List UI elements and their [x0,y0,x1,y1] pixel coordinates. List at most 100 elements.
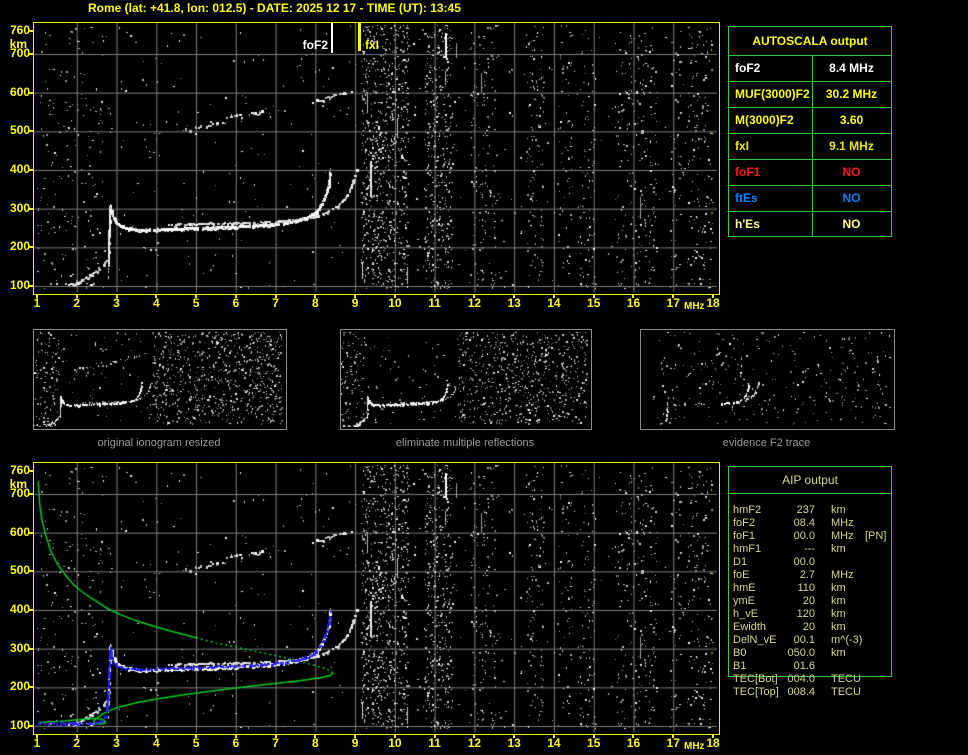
x-tick-label-bottom-4: 4 [152,736,160,750]
x-tick-mark-top-2 [75,294,78,298]
aip-row-foF1: foF1 00.0 MHz [PN] [729,530,893,543]
x-tick-label-top-7: 7 [272,296,279,310]
x-tick-label-top-2: 2 [73,296,81,310]
aip-param-unit: km [831,595,846,607]
aip-row-D1: D1 00.0 [729,556,893,569]
aip-param-label: foF2 [733,517,756,529]
x-tick-label-top-14: 14 [547,296,561,310]
aip-param-value: 20 [802,595,815,607]
aip-table-title: AIP output [729,467,891,494]
aip-row-foE: foE 2.7 MHz [729,569,893,582]
x-tick-mark-bottom-15 [592,734,595,738]
x-tick-mark-top-8 [314,294,317,298]
y-tick-mark-top-100 [29,285,33,287]
autoscala-row-MUF(3000)F2: MUF(3000)F2 30.2 MHz [729,82,891,108]
aip-row-hmE: hmE 110 km [729,582,893,595]
x-tick-label-bottom-16: 16 [626,736,641,750]
autoscala-param-label: foF1 [735,165,761,179]
aip-param-value: --- [804,543,815,555]
y-tick-mark-top-200 [29,246,33,249]
thumbnail-eliminate-reflections [340,329,592,430]
y-tick-mark-top-600 [29,91,33,94]
y-tick-mark-top-760 [29,29,33,32]
aip-row-TEC[Top]: TEC[Top] 008.4 TECU [729,686,893,699]
x-tick-mark-top-12 [473,294,476,298]
autoscala-param-value: NO [842,217,861,231]
y-tick-mark-bottom-700 [29,492,33,495]
autoscala-param-value: 9.1 MHz [829,139,874,153]
x-tick-mark-top-18 [712,294,714,298]
aip-param-unit: m^(-3) [831,634,863,646]
x-tick-mark-bottom-9 [354,734,357,738]
aip-param-value: 00.0 [793,556,815,568]
autoscala-param-label: foF2 [735,61,761,75]
y-tick-mark-bottom-100 [29,725,33,727]
aip-row-ymE: ymE 20 km [729,595,893,608]
x-tick-label-bottom-10: 10 [388,736,402,750]
x-tick-label-bottom-11: 11 [428,736,441,750]
y-tick-mark-bottom-300 [29,647,33,650]
x-tick-mark-top-14 [552,294,555,298]
x-tick-label-top-15: 15 [587,296,601,310]
x-tick-label-top-17: 17 [666,296,680,310]
autoscala-param-label: MUF(3000)F2 [735,87,810,101]
y-axis-unit-top: km [9,37,27,51]
thumbnail-caption-reflections: eliminate multiple reflections [395,437,535,449]
autoscala-row-M(3000)F2: M(3000)F2 3.60 [729,108,891,134]
autoscala-param-label: h'Es [735,217,760,231]
y-tick-mark-top-700 [29,52,33,55]
aip-row-B1: B1 01.6 [729,660,893,673]
autoscala-param-value: NO [842,165,861,179]
aip-row-DelN_vE: DelN_vE 00.1 m^(-3) [729,634,893,647]
y-tick-label-top-400: 400 [9,161,30,176]
y-tick-label-bottom-400: 400 [9,601,30,616]
x-tick-mark-top-16 [632,294,635,298]
x-tick-mark-top-9 [354,294,357,298]
x-tick-label-bottom-5: 5 [192,736,200,750]
autoscala-param-label: fxI [735,139,750,153]
y-tick-mark-bottom-600 [29,531,33,534]
x-tick-label-top-11: 11 [428,296,441,310]
x-tick-label-top-1: 1 [33,296,41,310]
x-tick-label-bottom-14: 14 [547,736,561,750]
x-tick-mark-bottom-11 [433,734,436,738]
y-tick-mark-bottom-760 [29,469,33,472]
aip-param-label: h_vE [733,608,759,620]
y-tick-mark-top-500 [29,130,33,133]
x-tick-mark-bottom-5 [195,734,198,738]
aip-param-label: B1 [733,660,747,672]
y-tick-label-top-760: 760 [9,22,30,37]
thumbnail-evidence-f2 [640,329,895,430]
autoscala-row-ftEs: ftEs NO [729,186,891,212]
aip-row-TEC[Bot]: TEC[Bot] 004.0 TECU [729,673,893,686]
autoscala-param-label: ftEs [735,191,758,205]
x-tick-label-bottom-17: 17 [666,736,680,750]
ionogram-canvas-bottom [34,463,717,732]
autoscala-row-foF1: foF1 NO [729,160,891,186]
y-tick-mark-bottom-500 [29,570,33,573]
y-tick-label-bottom-100: 100 [9,718,30,732]
x-axis-unit-bottom: MHz [684,741,705,752]
bottom-ionogram-plot [33,462,720,735]
aip-row-hmF2: hmF2 237 km [729,504,893,517]
thumbnail-caption-evidence-f2: evidence F2 trace [722,437,811,449]
x-tick-label-top-12: 12 [467,296,482,310]
y-tick-label-bottom-200: 200 [9,679,30,694]
y-tick-label-top-600: 600 [9,84,30,99]
aip-param-value: 050.0 [787,647,815,659]
x-tick-label-bottom-6: 6 [232,736,240,750]
x-tick-label-top-5: 5 [192,296,200,310]
aip-param-label: B0 [733,647,747,659]
x-tick-mark-bottom-4 [155,734,158,738]
x-tick-label-bottom-13: 13 [507,736,521,750]
x-tick-label-top-3: 3 [113,296,120,310]
thumbnail-original-ionogram [33,329,287,430]
x-tick-label-top-6: 6 [232,296,240,310]
aip-param-unit: TECU [831,686,861,698]
y-tick-label-top-100: 100 [9,278,30,292]
top-ionogram-plot: foF2 fxI [33,22,720,295]
aip-param-label: hmE [733,582,756,594]
aip-param-value: 2.7 [799,569,815,581]
x-tick-label-bottom-12: 12 [467,736,482,750]
fxi-marker-label: fxI [365,38,380,52]
